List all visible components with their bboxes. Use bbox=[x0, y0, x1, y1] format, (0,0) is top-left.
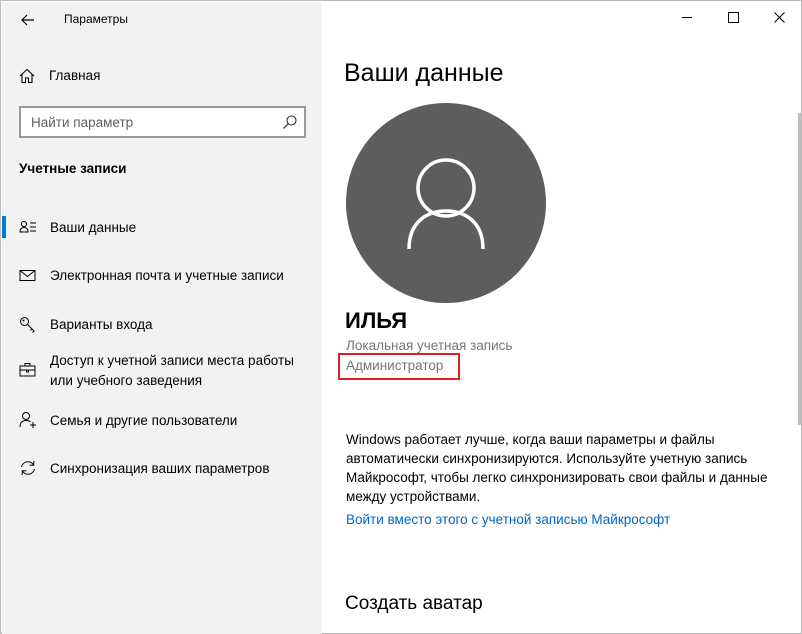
page-title: Ваши данные bbox=[344, 59, 504, 87]
search-box[interactable] bbox=[19, 106, 306, 138]
person-card-icon bbox=[19, 220, 36, 233]
search-input[interactable] bbox=[21, 108, 271, 136]
sidebar-item-label: Варианты входа bbox=[50, 317, 153, 332]
sidebar-item-label: Синхронизация ваших параметров bbox=[50, 461, 270, 476]
back-button[interactable] bbox=[12, 6, 44, 34]
nav-home-label: Главная bbox=[49, 68, 101, 83]
account-type: Локальная учетная запись bbox=[346, 338, 513, 353]
sidebar-item-label: Электронная почта и учетные записи bbox=[50, 268, 284, 283]
avatar bbox=[346, 103, 546, 303]
mail-icon bbox=[19, 270, 36, 281]
minimize-button[interactable] bbox=[664, 1, 710, 33]
person-icon bbox=[407, 158, 485, 250]
create-avatar-heading: Создать аватар bbox=[345, 593, 483, 614]
person-add-icon bbox=[19, 412, 36, 428]
maximize-button[interactable] bbox=[710, 1, 756, 33]
nav-home[interactable]: Главная bbox=[2, 62, 322, 90]
sync-icon bbox=[21, 461, 35, 475]
close-button[interactable] bbox=[756, 1, 802, 33]
sidebar: Параметры Главная Учетные записи Ваши да… bbox=[2, 2, 322, 634]
search-icon[interactable] bbox=[282, 114, 298, 130]
sidebar-item-label: Ваши данные bbox=[50, 220, 137, 235]
sidebar-item-email[interactable]: Электронная почта и учетные записи bbox=[2, 264, 322, 288]
maximize-icon bbox=[727, 11, 739, 23]
close-icon bbox=[773, 11, 785, 23]
app-title: Параметры bbox=[64, 12, 128, 26]
sidebar-item-your-info[interactable]: Ваши данные bbox=[2, 216, 322, 240]
sidebar-item-label: Семья и другие пользователи bbox=[50, 413, 238, 428]
briefcase-icon bbox=[19, 363, 36, 377]
section-title: Учетные записи bbox=[19, 161, 127, 176]
user-name: ИЛЬЯ bbox=[345, 308, 408, 333]
sidebar-item-work-access[interactable]: Доступ к учетной записи места работы или… bbox=[2, 351, 322, 395]
key-icon bbox=[20, 317, 35, 333]
sidebar-item-label: Доступ к учетной записи места работы или… bbox=[50, 353, 294, 388]
home-icon bbox=[19, 68, 35, 84]
back-arrow-icon bbox=[21, 14, 34, 26]
sidebar-item-family[interactable]: Семья и другие пользователи bbox=[2, 409, 322, 433]
minimize-icon bbox=[681, 16, 692, 18]
scrollbar[interactable] bbox=[798, 113, 801, 425]
sidebar-item-sync[interactable]: Синхронизация ваших параметров bbox=[2, 457, 322, 481]
microsoft-signin-link[interactable]: Войти вместо этого с учетной записью Май… bbox=[346, 512, 670, 527]
sidebar-item-sign-in[interactable]: Варианты входа bbox=[2, 313, 322, 337]
sync-description: Windows работает лучше, когда ваши парам… bbox=[346, 432, 768, 504]
account-role: Администратор bbox=[346, 358, 444, 373]
settings-window: Параметры Главная Учетные записи Ваши да… bbox=[0, 0, 802, 634]
